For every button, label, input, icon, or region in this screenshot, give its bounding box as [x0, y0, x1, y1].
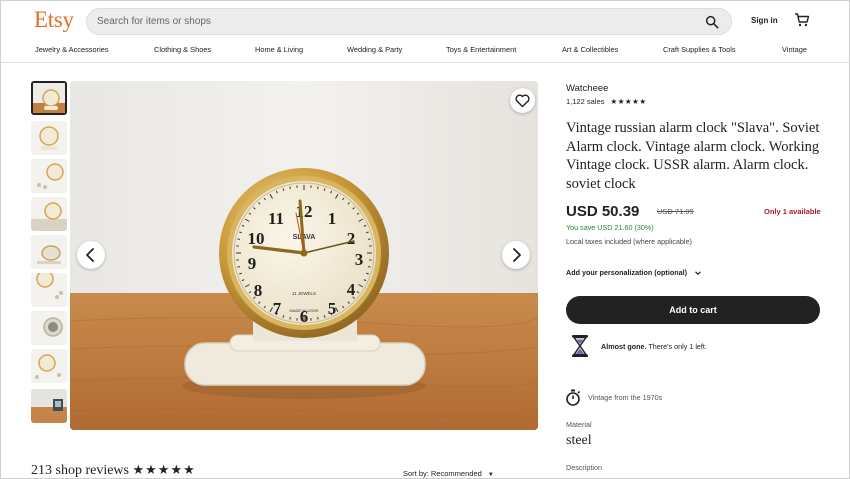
- chevron-right-icon: [513, 248, 521, 262]
- savings-note: You save USD 21.60 (30%): [566, 223, 654, 232]
- clock-numeral: 11: [268, 209, 284, 228]
- clock-tick: [237, 238, 241, 240]
- clock-jewels: 11 JEWELS: [292, 291, 316, 296]
- nav-item-clothing[interactable]: Clothing & Shoes: [154, 45, 211, 54]
- reviews-stars: ★★★★★: [132, 462, 196, 477]
- favorite-button[interactable]: [510, 88, 535, 113]
- clock-numeral: 10: [248, 229, 265, 248]
- thumbnail-3[interactable]: [31, 159, 67, 193]
- nav-item-home[interactable]: Home & Living: [255, 45, 303, 54]
- clock-numeral: 2: [347, 229, 356, 248]
- clock-made-in: MADE IN USSR: [290, 308, 319, 313]
- description-label: Description: [566, 463, 602, 472]
- hourglass-icon: [572, 335, 588, 357]
- personalization-label: Add your personalization (optional): [566, 268, 687, 277]
- clock-tick: [367, 238, 371, 240]
- almost-gone-note: Almost gone. There's only 1 left.: [601, 342, 707, 351]
- site-header: Etsy Sign in: [1, 1, 849, 41]
- clock-numeral: 7: [273, 299, 282, 318]
- almost-gone-rest: There's only 1 left.: [646, 342, 707, 351]
- cart-icon[interactable]: [794, 12, 810, 28]
- nav-item-wedding[interactable]: Wedding & Party: [347, 45, 402, 54]
- search-icon[interactable]: [705, 15, 719, 29]
- product-price: USD 50.39: [566, 203, 640, 220]
- shop-name[interactable]: Watcheee: [566, 83, 608, 94]
- chevron-down-icon: ▼: [487, 472, 494, 478]
- material-value: steel: [566, 433, 592, 448]
- next-image-button[interactable]: [502, 241, 530, 269]
- clock-numeral: 12: [296, 202, 313, 221]
- thumbnail-1[interactable]: [31, 81, 67, 115]
- clock-numeral: 9: [248, 254, 257, 273]
- category-nav: Jewelry & Accessories Clothing & Shoes H…: [1, 41, 849, 63]
- heart-icon: [515, 94, 530, 108]
- clock-tick: [237, 266, 241, 268]
- reviews-count: 213 shop reviews: [31, 463, 129, 478]
- add-to-cart-button[interactable]: Add to cart: [566, 296, 820, 324]
- clock-numeral: 8: [254, 281, 263, 300]
- search-input[interactable]: [97, 9, 687, 34]
- sign-in-link[interactable]: Sign in: [751, 16, 778, 25]
- thumbnail-5[interactable]: [31, 235, 67, 269]
- nav-item-vintage[interactable]: Vintage: [782, 45, 807, 54]
- personalization-toggle[interactable]: Add your personalization (optional): [566, 268, 702, 277]
- vintage-note: Vintage from the 1970s: [588, 393, 663, 402]
- shop-reviews-heading: 213 shop reviews ★★★★★: [31, 462, 196, 478]
- clock-tick: [367, 266, 371, 268]
- thumbnail-9[interactable]: [31, 389, 67, 423]
- clock-tick: [289, 316, 291, 320]
- thumbnail-6[interactable]: [31, 273, 67, 307]
- rating-stars[interactable]: ★★★★★: [610, 97, 646, 106]
- stock-note: Only 1 available: [764, 207, 821, 216]
- sort-dropdown[interactable]: Sort by: Recommended ▼: [403, 469, 494, 478]
- clock-tick: [289, 186, 291, 190]
- tax-note: Local taxes included (where applicable): [566, 237, 692, 246]
- clock-numeral: 3: [355, 250, 364, 269]
- thumbnail-7[interactable]: [31, 311, 67, 345]
- nav-item-jewelry[interactable]: Jewelry & Accessories: [35, 45, 109, 54]
- original-price: USD 71.99: [657, 207, 694, 216]
- chevron-left-icon: [86, 248, 94, 262]
- alarm-clock-photo: 12 1 2 3 4 5 6 7 8 9 10 11 SLAVA 11 JEWE…: [70, 81, 538, 430]
- nav-item-art[interactable]: Art & Collectibles: [562, 45, 618, 54]
- nav-item-toys[interactable]: Toys & Entertainment: [446, 45, 516, 54]
- nav-item-craft[interactable]: Craft Supplies & Tools: [663, 45, 736, 54]
- stopwatch-icon: [566, 389, 581, 406]
- clock-tick: [317, 186, 319, 190]
- product-title: Vintage russian alarm clock "Slava". Sov…: [566, 120, 820, 192]
- sort-label: Sort by: Recommended: [403, 469, 482, 478]
- clock-numeral: 5: [328, 299, 337, 318]
- chevron-down-icon: [695, 271, 701, 276]
- main-product-image[interactable]: 12 1 2 3 4 5 6 7 8 9 10 11 SLAVA 11 JEWE…: [70, 81, 538, 430]
- clock-numeral: 1: [328, 209, 337, 228]
- shop-sales: 1,122 sales ★★★★★: [566, 97, 647, 106]
- thumbnail-2[interactable]: [31, 121, 67, 155]
- clock-numeral: 4: [347, 280, 356, 299]
- almost-gone-bold: Almost gone.: [601, 342, 647, 351]
- thumbnail-4[interactable]: [31, 197, 67, 231]
- clock-tick: [317, 316, 319, 320]
- search-bar: [86, 8, 732, 35]
- prev-image-button[interactable]: [77, 241, 105, 269]
- etsy-logo[interactable]: Etsy: [34, 7, 74, 33]
- sales-count: 1,122 sales: [566, 97, 605, 106]
- page: Etsy Sign in Jewelry & Accessories Cloth…: [0, 0, 850, 479]
- material-label: Material: [566, 420, 592, 429]
- thumbnail-8[interactable]: [31, 349, 67, 383]
